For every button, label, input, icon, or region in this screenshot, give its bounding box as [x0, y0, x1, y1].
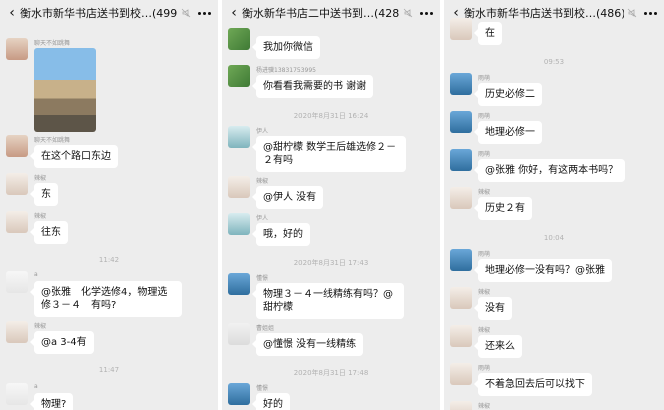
- message-bubble[interactable]: 不着急回去后可以找下: [474, 373, 592, 396]
- sender-name: 雨萌: [478, 113, 491, 120]
- chat-header: ‹ 衡水市新华书店送书到校…(499): [0, 0, 218, 26]
- message-bubble[interactable]: 好的: [252, 393, 290, 410]
- sender-name: 辣椒: [34, 213, 47, 220]
- avatar[interactable]: [450, 149, 472, 171]
- mute-icon: [178, 6, 194, 20]
- avatar[interactable]: [450, 363, 472, 385]
- avatar[interactable]: [450, 287, 472, 309]
- avatar[interactable]: [6, 38, 28, 60]
- more-icon[interactable]: [416, 11, 436, 15]
- sender-name: 伊人: [256, 215, 269, 222]
- avatar[interactable]: [6, 383, 28, 405]
- avatar[interactable]: [450, 249, 472, 271]
- sender-name: 辣椒: [34, 323, 47, 330]
- avatar[interactable]: [6, 271, 28, 293]
- message-bubble[interactable]: 还来么: [474, 335, 522, 358]
- more-icon[interactable]: [194, 11, 214, 15]
- timestamp: 11:47: [98, 366, 120, 374]
- message-bubble[interactable]: 物理３－４一线精练有吗？@甜柠檬: [252, 283, 404, 319]
- chat-title: 衡水新华书店二中送书到…(428): [242, 7, 400, 20]
- sender-name: a: [34, 271, 38, 278]
- avatar[interactable]: [228, 323, 250, 345]
- avatar[interactable]: [228, 213, 250, 235]
- mute-icon: [400, 6, 416, 20]
- avatar[interactable]: [228, 126, 250, 148]
- timestamp: 11:42: [98, 256, 120, 264]
- avatar[interactable]: [228, 176, 250, 198]
- message-bubble[interactable]: 没有: [474, 297, 512, 320]
- avatar[interactable]: [450, 187, 472, 209]
- sender-name: 聊天不如跳舞: [34, 40, 71, 47]
- message-bubble[interactable]: 历史必修二: [474, 83, 542, 106]
- avatar[interactable]: [450, 18, 472, 40]
- sender-name: 曹姐姐: [256, 325, 275, 332]
- message-bubble[interactable]: 在这个路口东边: [30, 145, 118, 168]
- back-icon[interactable]: ‹: [4, 5, 20, 21]
- chat-title: 衡水市新华书店送书到校…(486): [464, 7, 624, 20]
- message-bubble[interactable]: 地理必修一: [474, 121, 542, 144]
- message-bubble[interactable]: @伊人 没有: [251, 186, 324, 209]
- sender-name: 雨萌: [478, 75, 491, 82]
- chat-header: ‹ 衡水市新华书店送书到校…(486): [444, 0, 664, 26]
- sender-name: 雨萌: [478, 251, 491, 258]
- mute-icon: [624, 6, 640, 20]
- avatar[interactable]: [450, 325, 472, 347]
- avatar[interactable]: [6, 211, 28, 233]
- message-bubble[interactable]: @张雅 你好，有这两本书吗？: [473, 159, 626, 182]
- sender-name: 雨萌: [478, 365, 491, 372]
- avatar[interactable]: [228, 65, 250, 87]
- avatar[interactable]: [450, 111, 472, 133]
- avatar[interactable]: [450, 401, 472, 410]
- avatar[interactable]: [6, 321, 28, 343]
- back-icon[interactable]: ‹: [226, 5, 242, 21]
- message-bubble[interactable]: 物理?: [29, 393, 74, 410]
- chat-window-2: ‹ 衡水新华书店二中送书到…(428) 我加你微信 杨进骥13831753995…: [222, 0, 440, 410]
- timestamp: 2020年8月31日 16:24: [293, 112, 369, 120]
- message-bubble[interactable]: 哦，好的: [252, 223, 310, 246]
- avatar[interactable]: [450, 73, 472, 95]
- sender-name: 辣椒: [478, 327, 491, 334]
- chat-title: 衡水市新华书店送书到校…(499): [20, 7, 178, 20]
- avatar[interactable]: [228, 383, 250, 405]
- message-bubble[interactable]: @懂憬 没有一线精练: [251, 333, 364, 356]
- sender-name: 聊天不如跳舞: [34, 137, 71, 144]
- sender-name: 辣椒: [478, 189, 491, 196]
- message-bubble[interactable]: @a 3-4有: [30, 331, 94, 354]
- message-bubble[interactable]: 东: [30, 183, 58, 206]
- message-bubble[interactable]: 我加你微信: [252, 36, 320, 59]
- sender-name: 辣椒: [478, 403, 491, 410]
- timestamp: 10:04: [543, 234, 565, 242]
- message-bubble[interactable]: @甜柠檬 数学王后雄选修２－２有吗: [252, 136, 406, 172]
- avatar[interactable]: [228, 28, 250, 50]
- sender-name: 辣椒: [478, 289, 491, 296]
- sender-name: 懂憬: [256, 385, 269, 392]
- chat-window-1: ‹ 衡水市新华书店送书到校…(499) 聊天不如跳舞 聊天不如跳舞 在这个路口东…: [0, 0, 218, 410]
- message-bubble[interactable]: @张雅 化学选修4，物理选修３－４ 有吗?: [30, 281, 182, 317]
- timestamp: 09:53: [543, 58, 565, 66]
- sender-name: a: [34, 383, 38, 390]
- sender-name: 杨进骥13831753995: [256, 67, 316, 74]
- sender-name: 雨萌: [478, 151, 491, 158]
- timestamp: 2020年8月31日 17:43: [293, 259, 369, 267]
- chat-header: ‹ 衡水新华书店二中送书到…(428): [222, 0, 440, 26]
- sender-name: 伊人: [256, 128, 269, 135]
- chat-window-3: ‹ 衡水市新华书店送书到校…(486) 在 09:53 雨萌 历史必修二 雨萌 …: [444, 0, 664, 410]
- avatar[interactable]: [6, 173, 28, 195]
- avatar[interactable]: [228, 273, 250, 295]
- sender-name: 懂憬: [256, 275, 269, 282]
- sender-name: 辣椒: [34, 175, 47, 182]
- avatar[interactable]: [6, 135, 28, 157]
- message-bubble[interactable]: 在: [474, 22, 502, 45]
- message-photo[interactable]: [34, 48, 96, 132]
- message-bubble[interactable]: 往东: [30, 221, 68, 244]
- message-bubble[interactable]: 你看看我需要的书 谢谢: [251, 75, 374, 98]
- message-bubble[interactable]: 历史２有: [474, 197, 532, 220]
- sender-name: 辣椒: [256, 178, 269, 185]
- message-bubble[interactable]: 地理必修一没有吗？@张雅: [474, 259, 612, 282]
- timestamp: 2020年8月31日 17:48: [293, 369, 369, 377]
- more-icon[interactable]: [640, 11, 660, 15]
